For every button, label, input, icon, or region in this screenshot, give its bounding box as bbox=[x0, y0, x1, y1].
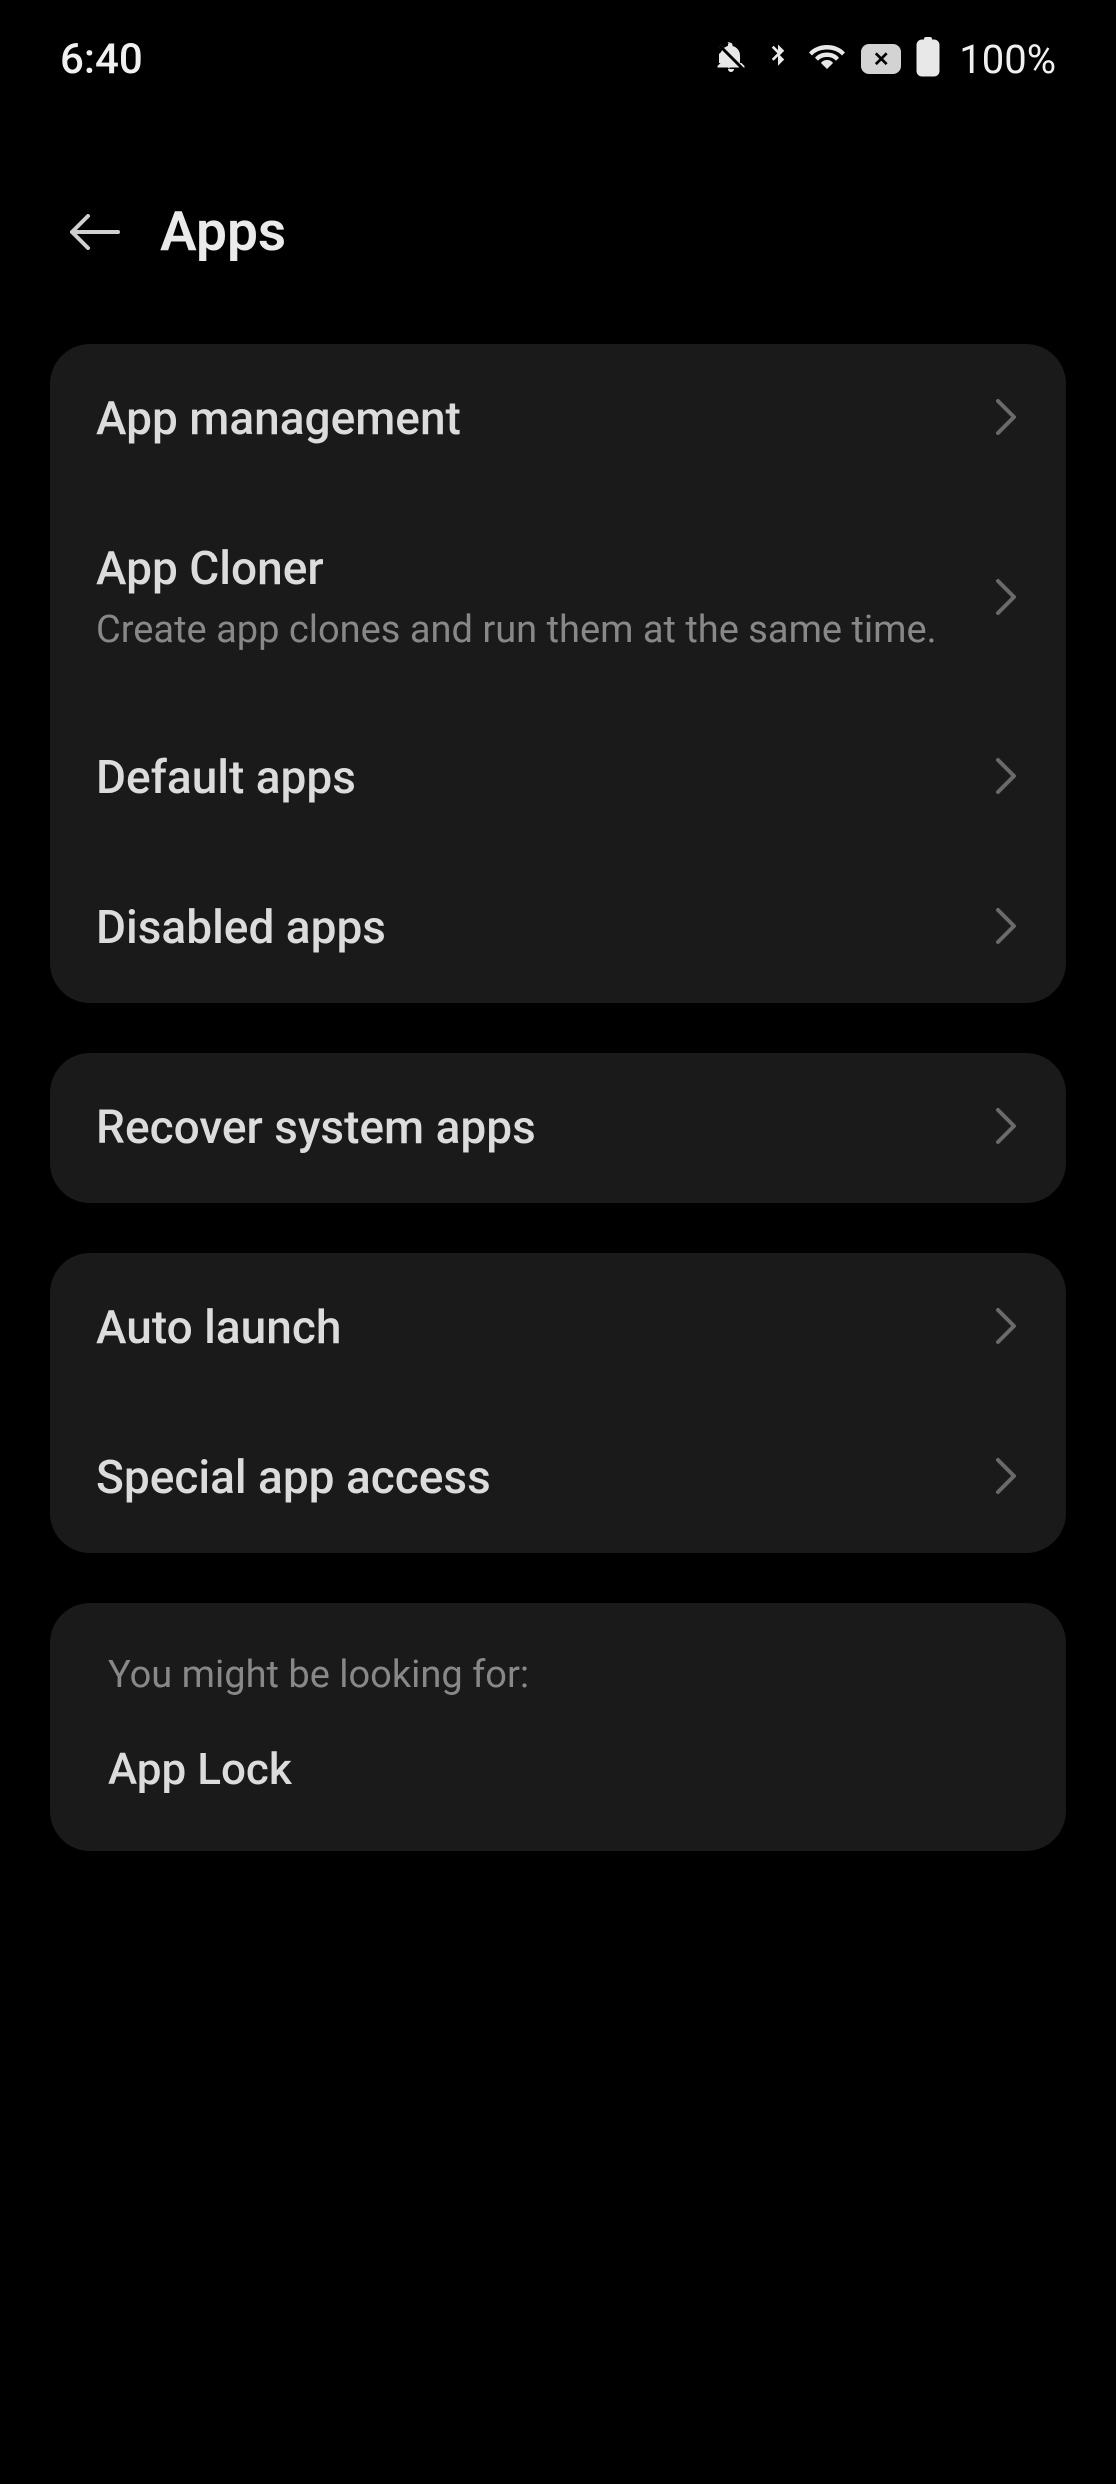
list-item-title: App management bbox=[96, 392, 974, 446]
chevron-right-icon bbox=[994, 1306, 1020, 1350]
chevron-right-icon bbox=[994, 756, 1020, 800]
suggestion-label: You might be looking for: bbox=[108, 1653, 1008, 1697]
item-disabled-apps[interactable]: Disabled apps bbox=[50, 853, 1066, 1003]
chevron-right-icon bbox=[994, 1456, 1020, 1500]
mute-icon bbox=[713, 39, 749, 79]
list-item-title: Disabled apps bbox=[96, 901, 974, 955]
item-default-apps[interactable]: Default apps bbox=[50, 703, 1066, 853]
list-item-title: Recover system apps bbox=[96, 1101, 974, 1155]
settings-group-1: App management App Cloner Create app clo… bbox=[50, 344, 1066, 1003]
arrow-left-icon bbox=[70, 214, 120, 250]
header: Apps bbox=[0, 100, 1116, 314]
suggestion-card: You might be looking for: App Lock bbox=[50, 1603, 1066, 1851]
item-app-cloner[interactable]: App Cloner Create app clones and run the… bbox=[50, 494, 1066, 703]
bluetooth-icon bbox=[763, 38, 793, 80]
item-app-management[interactable]: App management bbox=[50, 344, 1066, 494]
suggestion-item-app-lock[interactable]: App Lock bbox=[108, 1743, 1008, 1795]
item-auto-launch[interactable]: Auto launch bbox=[50, 1253, 1066, 1403]
settings-group-2: Recover system apps bbox=[50, 1053, 1066, 1203]
content: App management App Cloner Create app clo… bbox=[0, 314, 1116, 1881]
item-special-app-access[interactable]: Special app access bbox=[50, 1403, 1066, 1553]
chevron-right-icon bbox=[994, 397, 1020, 441]
item-recover-system-apps[interactable]: Recover system apps bbox=[50, 1053, 1066, 1203]
status-time: 6:40 bbox=[60, 35, 143, 84]
list-item-title: Auto launch bbox=[96, 1301, 974, 1355]
sim-no-signal-icon: ✕ bbox=[861, 44, 901, 74]
back-button[interactable] bbox=[70, 207, 120, 257]
page-title: Apps bbox=[160, 200, 286, 264]
status-bar: 6:40 ✕ 100% bbox=[0, 0, 1116, 100]
list-item-title: App Cloner bbox=[96, 542, 974, 596]
battery-percent: 100% bbox=[959, 36, 1056, 83]
chevron-right-icon bbox=[994, 577, 1020, 621]
settings-group-3: Auto launch Special app access bbox=[50, 1253, 1066, 1553]
list-item-title: Special app access bbox=[96, 1451, 974, 1505]
wifi-icon bbox=[807, 39, 847, 79]
battery-icon bbox=[915, 37, 941, 81]
list-item-title: Default apps bbox=[96, 751, 974, 805]
status-icons: ✕ 100% bbox=[713, 36, 1056, 83]
chevron-right-icon bbox=[994, 1106, 1020, 1150]
list-item-subtitle: Create app clones and run them at the sa… bbox=[96, 606, 974, 655]
chevron-right-icon bbox=[994, 906, 1020, 950]
